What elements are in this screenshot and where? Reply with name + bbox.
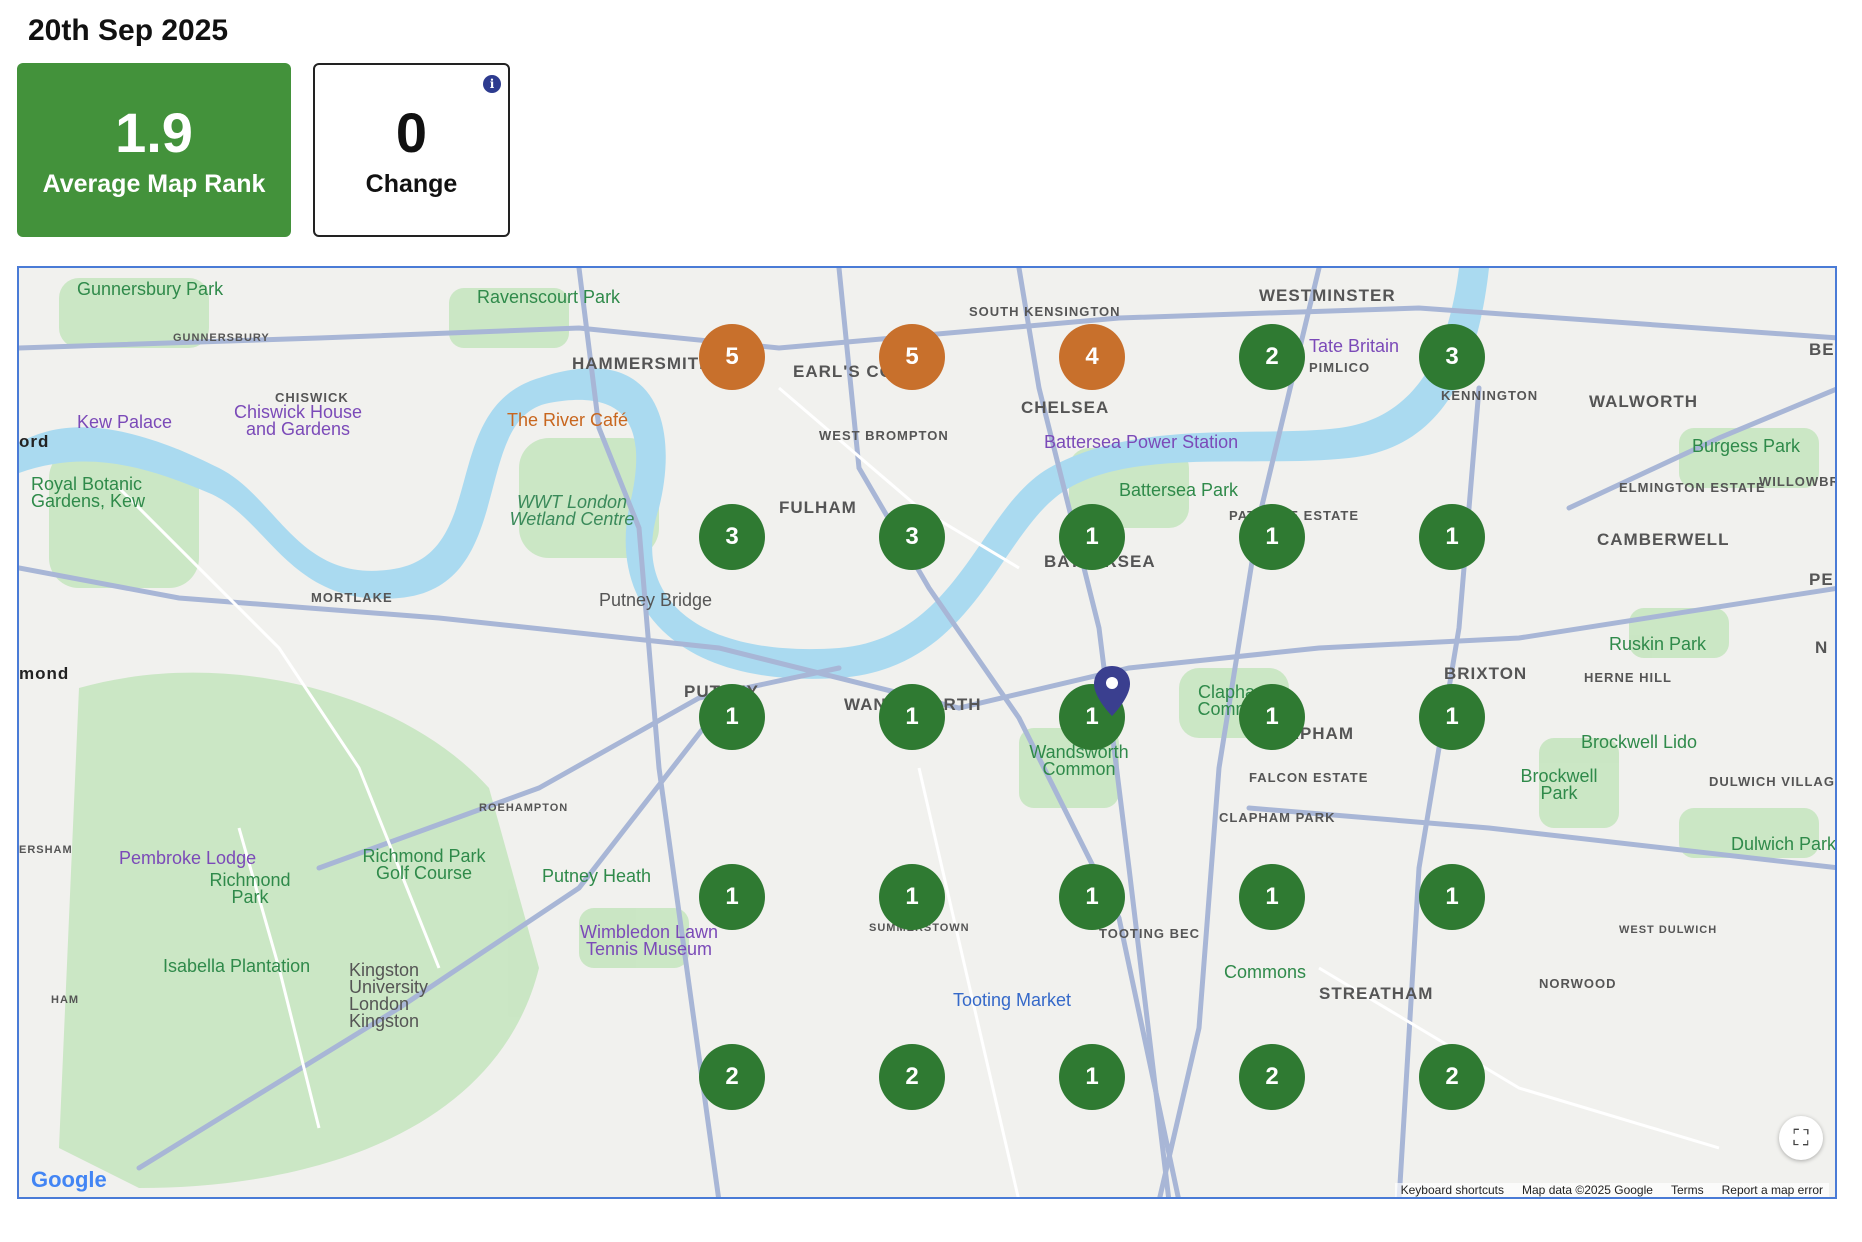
poi-label[interactable]: Brockwell Lido — [1581, 732, 1697, 753]
report-date: 20th Sep 2025 — [28, 14, 229, 47]
area-label: FULHAM — [779, 498, 857, 517]
edge-label: ERSHAM — [19, 844, 73, 856]
google-logo: Google — [31, 1167, 107, 1192]
rank-marker[interactable]: 3 — [879, 504, 945, 570]
poi-label[interactable]: Ravenscourt Park — [477, 288, 620, 306]
rank-marker[interactable]: 2 — [699, 1044, 765, 1110]
poi-label[interactable]: Putney Bridge — [599, 590, 712, 611]
keyboard-shortcuts-link[interactable]: Keyboard shortcuts — [1401, 1183, 1504, 1197]
area-label: WEST BROMPTON — [819, 428, 949, 443]
area-label: TOOTING BEC — [1099, 926, 1201, 941]
poi-label[interactable]: Kingston University London Kingston — [349, 961, 459, 1030]
rank-marker[interactable]: 1 — [699, 864, 765, 930]
info-icon[interactable]: i — [483, 75, 501, 93]
area-label: KENNINGTON — [1441, 388, 1539, 403]
area-label: GUNNERSBURY — [173, 332, 270, 344]
poi-label[interactable]: Pembroke Lodge — [119, 848, 256, 869]
rank-marker[interactable]: 1 — [879, 684, 945, 750]
area-label: WILLOWBROOK ESTATE — [1759, 474, 1837, 489]
poi-label[interactable]: Tooting Market — [953, 990, 1071, 1011]
terms-link[interactable]: Terms — [1671, 1183, 1704, 1197]
rank-marker[interactable]: 1 — [1239, 864, 1305, 930]
rank-marker[interactable]: 1 — [1419, 684, 1485, 750]
area-label: HERNE HILL — [1584, 670, 1672, 685]
poi-label[interactable]: Burgess Park — [1692, 436, 1800, 457]
rank-marker[interactable]: 1 — [1239, 684, 1305, 750]
area-label: PIMLICO — [1309, 360, 1371, 375]
rank-marker[interactable]: 2 — [879, 1044, 945, 1110]
area-label: WEST DULWICH — [1619, 924, 1718, 936]
location-pin-icon[interactable] — [1092, 664, 1132, 718]
rank-marker[interactable]: 3 — [1419, 324, 1485, 390]
poi-label[interactable]: Dulwich Park — [1731, 834, 1835, 855]
edge-label: PE — [1809, 570, 1834, 589]
rank-marker[interactable]: 1 — [699, 684, 765, 750]
poi-label[interactable]: Chiswick House and Gardens — [223, 403, 373, 438]
area-label: SOUTH KENSINGTON — [969, 304, 1121, 319]
poi-label[interactable]: Wimbledon Lawn Tennis Museum — [564, 923, 734, 958]
area-label: MORTLAKE — [311, 590, 393, 605]
change-label: Change — [365, 169, 458, 198]
rank-marker[interactable]: 1 — [1419, 504, 1485, 570]
poi-label[interactable]: Gunnersbury Park — [77, 280, 223, 298]
rank-marker[interactable]: 1 — [1059, 864, 1125, 930]
poi-label[interactable]: Royal Botanic Gardens, Kew — [31, 475, 161, 510]
fullscreen-icon[interactable]: ⛶ — [1779, 1116, 1823, 1160]
rank-marker[interactable]: 1 — [879, 864, 945, 930]
poi-label[interactable]: Battersea Park — [1119, 480, 1238, 501]
poi-label[interactable]: Wandsworth Common — [1019, 743, 1139, 778]
poi-label[interactable]: Putney Heath — [542, 866, 651, 887]
rank-marker[interactable]: 5 — [699, 324, 765, 390]
area-label: WESTMINSTER — [1259, 286, 1396, 305]
area-label: HAMMERSMITH — [572, 354, 713, 373]
poi-label[interactable]: Isabella Plantation — [163, 956, 310, 977]
rank-marker[interactable]: 2 — [1239, 324, 1305, 390]
rank-marker[interactable]: 2 — [1419, 1044, 1485, 1110]
poi-label[interactable]: Battersea Power Station — [1044, 432, 1238, 453]
poi-label[interactable]: Richmond Park — [205, 871, 295, 906]
change-card: i 0 Change — [313, 63, 510, 237]
area-label: FALCON ESTATE — [1249, 770, 1369, 785]
edge-label: HAM — [51, 994, 80, 1006]
rank-marker[interactable]: 1 — [1239, 504, 1305, 570]
area-label: DULWICH VILLAGE — [1709, 774, 1837, 789]
area-label: ROEHAMPTON — [479, 802, 569, 814]
average-map-rank-card: 1.9 Average Map Rank — [17, 63, 291, 237]
edge-label: N — [1815, 638, 1829, 657]
rank-marker[interactable]: 5 — [879, 324, 945, 390]
edge-label: BE — [1809, 340, 1835, 359]
poi-label[interactable]: WWT London Wetland Centre — [507, 493, 637, 528]
area-label: CLAPHAM PARK — [1219, 810, 1336, 825]
rank-marker[interactable]: 1 — [1419, 864, 1485, 930]
edge-label: ord — [19, 432, 50, 451]
rank-marker[interactable]: 3 — [699, 504, 765, 570]
rank-marker[interactable]: 1 — [1059, 504, 1125, 570]
area-label: WALWORTH — [1589, 392, 1699, 411]
area-label: CAMBERWELL — [1597, 530, 1730, 549]
poi-label[interactable]: Brockwell Park — [1509, 767, 1609, 802]
poi-label[interactable]: Ruskin Park — [1609, 634, 1706, 655]
area-label: BRIXTON — [1444, 664, 1528, 683]
map-data-attribution: Map data ©2025 Google — [1522, 1183, 1653, 1197]
rank-marker[interactable]: 2 — [1239, 1044, 1305, 1110]
rank-marker[interactable]: 4 — [1059, 324, 1125, 390]
change-value: 0 — [395, 100, 428, 164]
poi-label[interactable]: The River Café — [507, 410, 628, 431]
area-label: NORWOOD — [1539, 976, 1617, 991]
average-rank-label: Average Map Rank — [42, 169, 266, 198]
poi-label[interactable]: Commons — [1224, 962, 1306, 983]
rank-grid-map[interactable]: WESTMINSTER SOUTH KENSINGTON HAMMERSMITH… — [17, 266, 1837, 1199]
area-label: STREATHAM — [1319, 984, 1434, 1003]
area-label: CHELSEA — [1021, 398, 1110, 417]
map-footer: Keyboard shortcuts Map data ©2025 Google… — [1394, 1183, 1829, 1197]
rank-marker[interactable]: 1 — [1059, 1044, 1125, 1110]
poi-label[interactable]: Tate Britain — [1309, 336, 1399, 357]
edge-label: mond — [19, 664, 70, 683]
report-error-link[interactable]: Report a map error — [1722, 1183, 1823, 1197]
poi-label[interactable]: Kew Palace — [77, 412, 172, 433]
average-rank-value: 1.9 — [115, 100, 193, 164]
area-label: ELMINGTON ESTATE — [1619, 480, 1766, 495]
poi-label[interactable]: Richmond Park Golf Course — [349, 847, 499, 882]
